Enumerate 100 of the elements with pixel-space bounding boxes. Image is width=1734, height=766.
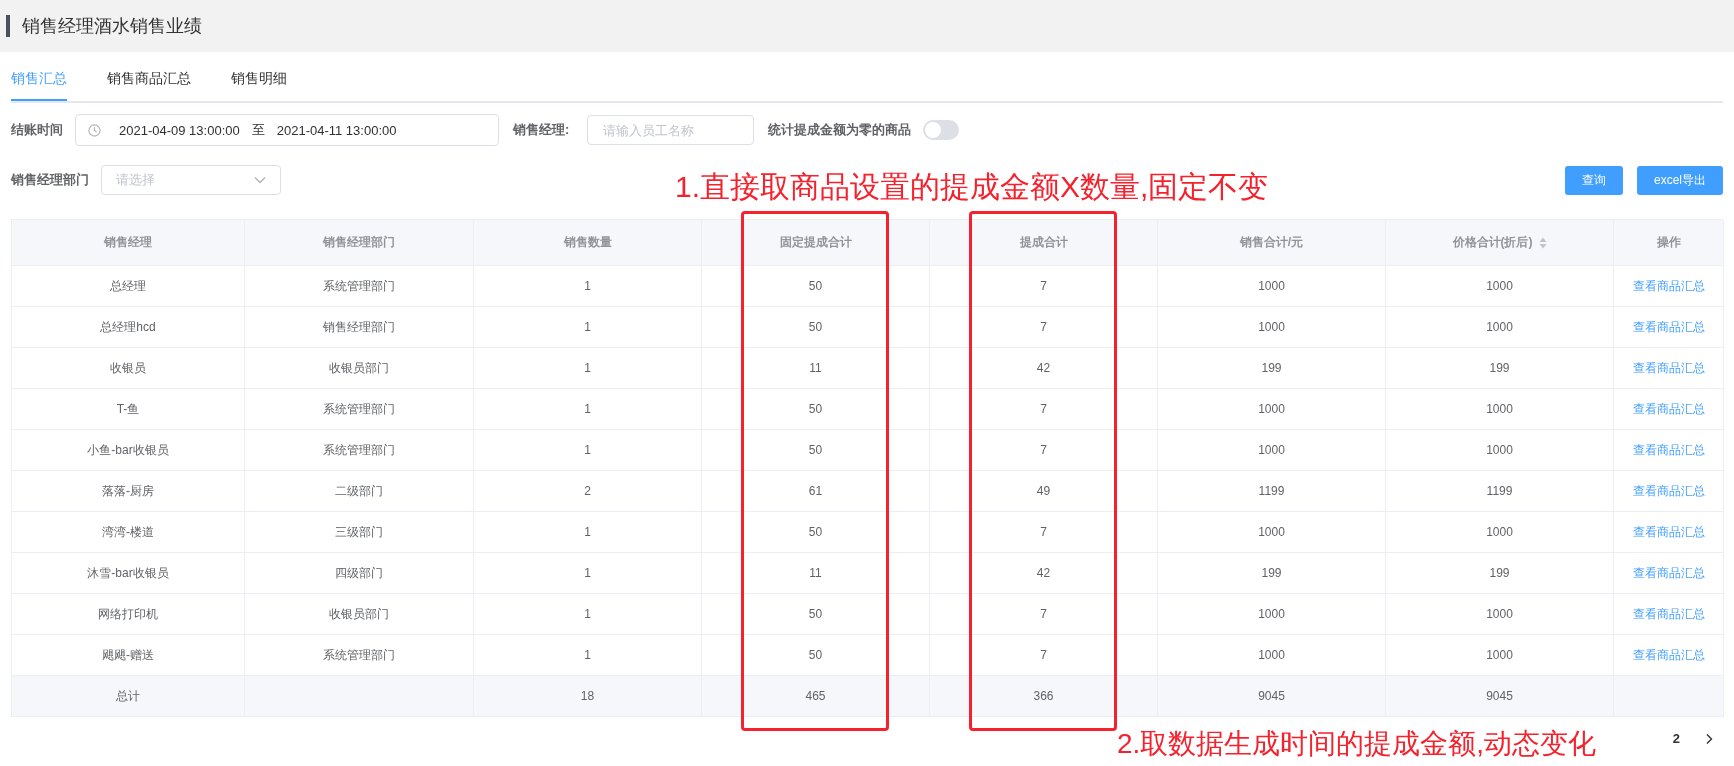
table-cell: 湾湾-楼道	[12, 512, 245, 553]
table-cell: 1000	[1386, 430, 1614, 471]
table-cell: 199	[1386, 348, 1614, 389]
view-summary-link[interactable]: 查看商品汇总	[1632, 482, 1705, 500]
column-header: 固定提成合计	[702, 220, 930, 266]
table-cell: 199	[1386, 553, 1614, 594]
table-cell: 18	[474, 676, 702, 717]
table-cell: 1000	[1386, 266, 1614, 307]
table-cell: 50	[702, 512, 930, 553]
table-cell: 1000	[1158, 594, 1386, 635]
column-header: 销售经理	[12, 220, 245, 266]
tab[interactable]: 销售汇总	[11, 58, 67, 101]
view-summary-link[interactable]: 查看商品汇总	[1632, 318, 1705, 336]
title-accent-bar	[6, 15, 10, 37]
view-summary-link[interactable]: 查看商品汇总	[1632, 277, 1705, 295]
clock-icon	[88, 123, 101, 137]
table-cell: 销售经理部门	[245, 307, 474, 348]
export-button[interactable]: excel导出	[1637, 165, 1723, 195]
table-cell: 465	[702, 676, 930, 717]
view-summary-link[interactable]: 查看商品汇总	[1632, 359, 1705, 377]
table-cell: 7	[930, 307, 1158, 348]
view-summary-link[interactable]: 查看商品汇总	[1632, 441, 1705, 459]
table-cell: 1000	[1386, 307, 1614, 348]
sort-icon[interactable]	[1538, 236, 1547, 249]
annotation-text: 2.取数据生成时间的提成金额,动态变化	[1117, 727, 1597, 761]
department-select[interactable]: 请选择	[101, 165, 281, 195]
view-summary-link[interactable]: 查看商品汇总	[1632, 605, 1705, 623]
table-cell: 小鱼-bar收银员	[12, 430, 245, 471]
column-header: 操作	[1614, 220, 1724, 266]
table-cell: 网络打印机	[12, 594, 245, 635]
column-header: 销售合计/元	[1158, 220, 1386, 266]
toggle-switch[interactable]	[923, 120, 960, 140]
table-cell: 收银员	[12, 348, 245, 389]
tab[interactable]: 销售明细	[231, 58, 287, 101]
filter-label: 结账时间	[11, 121, 63, 139]
table-cell: 系统管理部门	[245, 266, 474, 307]
toggle-label: 统计提成金额为零的商品	[768, 121, 912, 139]
table-cell: 1	[474, 553, 702, 594]
page-number[interactable]: 2	[1672, 731, 1680, 746]
query-button[interactable]: 查询	[1565, 165, 1623, 195]
table-cell: 11	[702, 348, 930, 389]
table-cell: T-鱼	[12, 389, 245, 430]
table-cell: 1	[474, 389, 702, 430]
table-cell: 1000	[1158, 266, 1386, 307]
table-cell: 50	[702, 307, 930, 348]
view-summary-link[interactable]: 查看商品汇总	[1632, 400, 1705, 418]
date-range-field[interactable]: 2021-04-09 13:00:00 至 2021-04-11 13:00:00	[75, 114, 499, 146]
table-cell: 7	[930, 266, 1158, 307]
table-cell: 1	[474, 594, 702, 635]
column-header: 价格合计(折后)	[1386, 220, 1614, 266]
table-cell: 1	[474, 512, 702, 553]
view-summary-link[interactable]: 查看商品汇总	[1632, 646, 1705, 664]
table-cell: 总经理hcd	[12, 307, 245, 348]
table-cell: 42	[930, 348, 1158, 389]
filter-label: 销售经理:	[513, 121, 570, 139]
table-cell: 1	[474, 430, 702, 471]
table-cell: 199	[1158, 348, 1386, 389]
table-cell: 系统管理部门	[245, 430, 474, 471]
table-cell: 1000	[1158, 512, 1386, 553]
column-header: 销售经理部门	[245, 220, 474, 266]
table-cell: 1000	[1386, 594, 1614, 635]
table-cell: 50	[702, 430, 930, 471]
table-cell: 9045	[1158, 676, 1386, 717]
table-cell: 50	[702, 266, 930, 307]
table-cell: 50	[702, 594, 930, 635]
view-summary-link[interactable]: 查看商品汇总	[1632, 523, 1705, 541]
table-cell: 42	[930, 553, 1158, 594]
table-cell: 7	[930, 430, 1158, 471]
chevron-right-icon[interactable]	[1704, 732, 1714, 745]
table-cell: 系统管理部门	[245, 389, 474, 430]
table-cell: 2	[474, 471, 702, 512]
table-cell: 收银员部门	[245, 348, 474, 389]
table-cell: 总经理	[12, 266, 245, 307]
table-cell: 11	[702, 553, 930, 594]
table-cell: 三级部门	[245, 512, 474, 553]
table-cell: 落落-厨房	[12, 471, 245, 512]
tab[interactable]: 销售商品汇总	[107, 58, 191, 101]
table-cell: 二级部门	[245, 471, 474, 512]
column-header: 销售数量	[474, 220, 702, 266]
view-summary-link[interactable]: 查看商品汇总	[1632, 564, 1705, 582]
table-cell: 1199	[1386, 471, 1614, 512]
employee-name-field[interactable]: 请输入员工名称	[587, 115, 755, 145]
table-cell: 50	[702, 389, 930, 430]
table-cell: 61	[702, 471, 930, 512]
table-cell: 366	[930, 676, 1158, 717]
table-cell: 49	[930, 471, 1158, 512]
table-cell: 7	[930, 594, 1158, 635]
table-cell: 四级部门	[245, 553, 474, 594]
table-cell: 199	[1158, 553, 1386, 594]
table-cell: 收银员部门	[245, 594, 474, 635]
table-cell: 9045	[1386, 676, 1614, 717]
page-title: 销售经理酒水销售业绩	[22, 15, 202, 38]
annotation-text: 1.直接取商品设置的提成金额X数量,固定不变	[675, 169, 1269, 205]
table-cell: 总计	[12, 676, 245, 717]
table-cell: 1199	[1158, 471, 1386, 512]
table-cell: 1	[474, 266, 702, 307]
table-cell: 1000	[1386, 512, 1614, 553]
table-cell: 1	[474, 307, 702, 348]
table-cell: 1000	[1386, 389, 1614, 430]
table-cell: 1000	[1158, 430, 1386, 471]
